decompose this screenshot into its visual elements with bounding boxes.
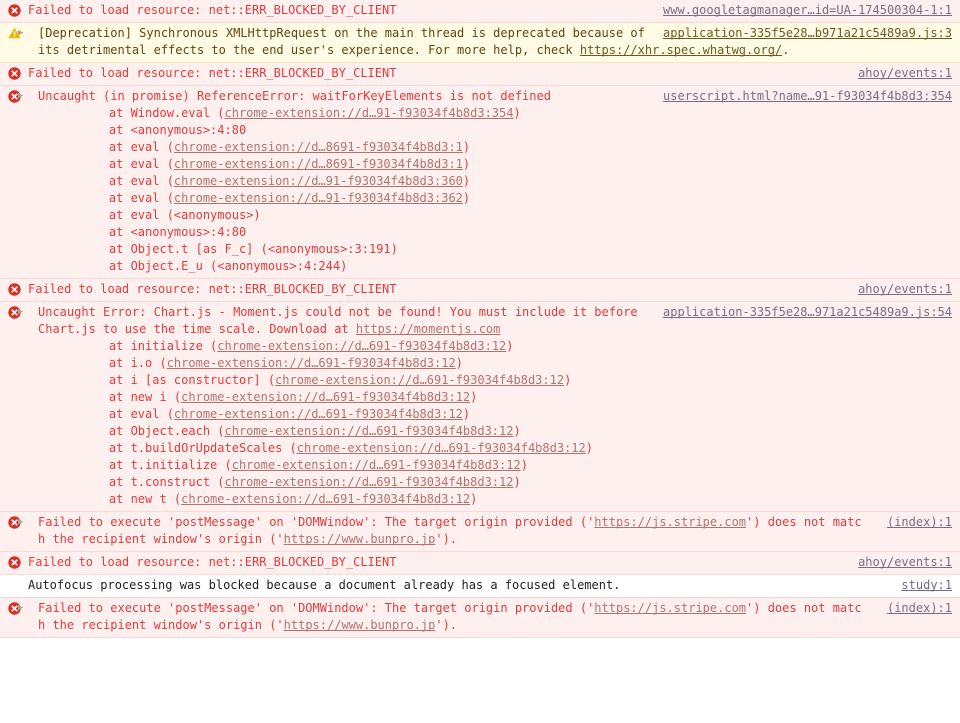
expand-triangle-icon[interactable]: ▶	[18, 600, 38, 617]
stack-frame-link-5-2[interactable]: chrome-extension://d…691-f93034f4b8d3:12	[275, 373, 564, 387]
error-circle-icon	[8, 4, 21, 17]
error-circle-icon	[8, 67, 21, 80]
stack-frame-link-5-6[interactable]: chrome-extension://d…691-f93034f4b8d3:12	[297, 441, 586, 455]
message-level-gutter	[0, 65, 28, 80]
stack-frame: at new t (chrome-extension://d…691-f9303…	[80, 492, 478, 506]
stack-frame: at Object.each (chrome-extension://d…691…	[80, 424, 521, 438]
message-level-gutter	[0, 281, 28, 296]
stack-frame-link-3-2[interactable]: chrome-extension://d…8691-f93034f4b8d3:1	[174, 140, 463, 154]
stack-frame: at <anonymous>:4:80	[80, 123, 247, 137]
stack-frame: at eval (chrome-extension://d…91-f93034f…	[80, 191, 471, 205]
stack-frame: at initialize (chrome-extension://d…691-…	[80, 339, 514, 353]
console-message[interactable]: Failed to load resource: net::ERR_BLOCKE…	[0, 552, 960, 575]
message-level-gutter	[0, 88, 28, 103]
stack-frame: at t.initialize (chrome-extension://d…69…	[80, 458, 528, 472]
expand-triangle-icon[interactable]: ▶	[18, 88, 38, 105]
inline-link-6-2[interactable]: https://www.bunpro.jp	[284, 532, 436, 546]
inline-link-9-1[interactable]: https://js.stripe.com	[594, 601, 746, 615]
stack-frame-link-5-3[interactable]: chrome-extension://d…691-f93034f4b8d3:12	[181, 390, 470, 404]
stack-frame: at eval (chrome-extension://d…8691-f9303…	[80, 140, 471, 154]
message-body: ▶ Failed to execute 'postMessage' on 'DOM…	[18, 514, 952, 548]
source-link[interactable]: (index):1	[887, 600, 952, 617]
console-message[interactable]: Autofocus processing was blocked because…	[0, 575, 960, 598]
console-message[interactable]: ▶ [Deprecation] Synchronous XMLHttpReques…	[0, 23, 960, 63]
console-message[interactable]: ▶ Failed to execute 'postMessage' on 'DOM…	[0, 512, 960, 552]
message-level-gutter	[0, 577, 28, 579]
stack-frame-link-5-9[interactable]: chrome-extension://d…691-f93034f4b8d3:12	[181, 492, 470, 506]
stack-frame-link-5-4[interactable]: chrome-extension://d…691-f93034f4b8d3:12	[174, 407, 463, 421]
expand-triangle-icon[interactable]: ▶	[18, 25, 38, 42]
stack-frame-link-5-8[interactable]: chrome-extension://d…691-f93034f4b8d3:12	[225, 475, 514, 489]
error-circle-icon	[8, 283, 21, 296]
message-body: Autofocus processing was blocked because…	[28, 577, 952, 594]
expand-triangle-icon[interactable]: ▶	[18, 514, 38, 531]
source-link[interactable]: application-335f5e28…b971a21c5489a9.js:3	[663, 25, 952, 42]
source-link[interactable]: ahoy/events:1	[858, 65, 952, 82]
inline-link-1-1[interactable]: https://xhr.spec.whatwg.org/	[580, 43, 782, 57]
message-text: ▶ Failed to execute 'postMessage' on 'DOM…	[18, 600, 862, 632]
source-link[interactable]: (index):1	[887, 514, 952, 531]
stack-frame: at eval (chrome-extension://d…8691-f9303…	[80, 157, 471, 171]
message-body: Failed to load resource: net::ERR_BLOCKE…	[28, 281, 952, 298]
message-body: ▶ Uncaught (in promise) ReferenceError: w…	[18, 88, 952, 275]
console-message-list[interactable]: Failed to load resource: net::ERR_BLOCKE…	[0, 0, 960, 638]
stack-frame: at i.o (chrome-extension://d…691-f93034f…	[80, 356, 463, 370]
console-message[interactable]: ▶ Uncaught (in promise) ReferenceError: w…	[0, 86, 960, 279]
stack-frame: at Object.t [as F_c] (<anonymous>:3:191)	[80, 242, 398, 256]
message-body: ▶ Failed to execute 'postMessage' on 'DOM…	[18, 600, 952, 634]
console-message[interactable]: ▶ Uncaught Error: Chart.js - Moment.js co…	[0, 302, 960, 512]
message-body: ▶ Uncaught Error: Chart.js - Moment.js co…	[18, 304, 952, 508]
stack-frame-link-3-3[interactable]: chrome-extension://d…8691-f93034f4b8d3:1	[174, 157, 463, 171]
stack-frame: at eval (<anonymous>)	[80, 208, 261, 222]
stack-frame: at new i (chrome-extension://d…691-f9303…	[80, 390, 478, 404]
inline-link-6-1[interactable]: https://js.stripe.com	[594, 515, 746, 529]
message-level-gutter	[0, 554, 28, 569]
source-link[interactable]: www.googletagmanager…id=UA-174500304-1:1	[663, 2, 952, 19]
stack-frame: at t.buildOrUpdateScales (chrome-extensi…	[80, 441, 593, 455]
message-text: ▶ Failed to execute 'postMessage' on 'DOM…	[18, 514, 862, 546]
stack-frame: at Object.E_u (<anonymous>:4:244)	[80, 259, 348, 273]
message-text: Autofocus processing was blocked because…	[28, 578, 621, 592]
source-link[interactable]: study:1	[901, 577, 952, 594]
inline-link-9-2[interactable]: https://www.bunpro.jp	[284, 618, 436, 632]
stack-trace: at Window.eval (chrome-extension://d…91-…	[28, 105, 948, 275]
stack-frame-link-3-0[interactable]: chrome-extension://d…91-f93034f4b8d3:354	[225, 106, 514, 120]
message-text: Failed to load resource: net::ERR_BLOCKE…	[28, 66, 397, 80]
source-link[interactable]: userscript.html?name…91-f93034f4b8d3:354	[663, 88, 952, 105]
message-level-gutter	[0, 2, 28, 17]
source-link[interactable]: ahoy/events:1	[858, 554, 952, 571]
message-text: Failed to load resource: net::ERR_BLOCKE…	[28, 555, 397, 569]
stack-frame-link-5-5[interactable]: chrome-extension://d…691-f93034f4b8d3:12	[225, 424, 514, 438]
stack-frame-link-5-0[interactable]: chrome-extension://d…691-f93034f4b8d3:12	[217, 339, 506, 353]
stack-trace: at initialize (chrome-extension://d…691-…	[28, 338, 948, 508]
stack-frame: at Window.eval (chrome-extension://d…91-…	[80, 106, 521, 120]
stack-frame: at eval (chrome-extension://d…691-f93034…	[80, 407, 471, 421]
stack-frame: at t.construct (chrome-extension://d…691…	[80, 475, 521, 489]
stack-frame-link-3-4[interactable]: chrome-extension://d…91-f93034f4b8d3:360	[174, 174, 463, 188]
expand-triangle-icon[interactable]: ▶	[18, 304, 38, 321]
stack-frame: at <anonymous>:4:80	[80, 225, 247, 239]
source-link[interactable]: ahoy/events:1	[858, 281, 952, 298]
inline-link-5-1[interactable]: https://momentjs.com	[356, 322, 501, 336]
message-level-gutter	[0, 514, 28, 529]
message-text: Failed to load resource: net::ERR_BLOCKE…	[28, 282, 397, 296]
stack-frame: at i [as constructor] (chrome-extension:…	[80, 373, 572, 387]
stack-frame-link-3-5[interactable]: chrome-extension://d…91-f93034f4b8d3:362	[174, 191, 463, 205]
message-level-gutter	[0, 600, 28, 615]
console-message[interactable]: Failed to load resource: net::ERR_BLOCKE…	[0, 63, 960, 86]
stack-frame-link-5-7[interactable]: chrome-extension://d…691-f93034f4b8d3:12	[232, 458, 521, 472]
source-link[interactable]: application-335f5e28…971a21c5489a9.js:54	[663, 304, 952, 321]
message-body: Failed to load resource: net::ERR_BLOCKE…	[28, 554, 952, 571]
error-circle-icon	[8, 556, 21, 569]
stack-frame: at eval (chrome-extension://d…91-f93034f…	[80, 174, 471, 188]
message-level-gutter	[0, 25, 28, 39]
message-body: Failed to load resource: net::ERR_BLOCKE…	[28, 65, 952, 82]
stack-frame-link-5-1[interactable]: chrome-extension://d…691-f93034f4b8d3:12	[167, 356, 456, 370]
message-level-gutter	[0, 304, 28, 319]
console-message[interactable]: Failed to load resource: net::ERR_BLOCKE…	[0, 0, 960, 23]
console-message[interactable]: ▶ Failed to execute 'postMessage' on 'DOM…	[0, 598, 960, 638]
console-message[interactable]: Failed to load resource: net::ERR_BLOCKE…	[0, 279, 960, 302]
